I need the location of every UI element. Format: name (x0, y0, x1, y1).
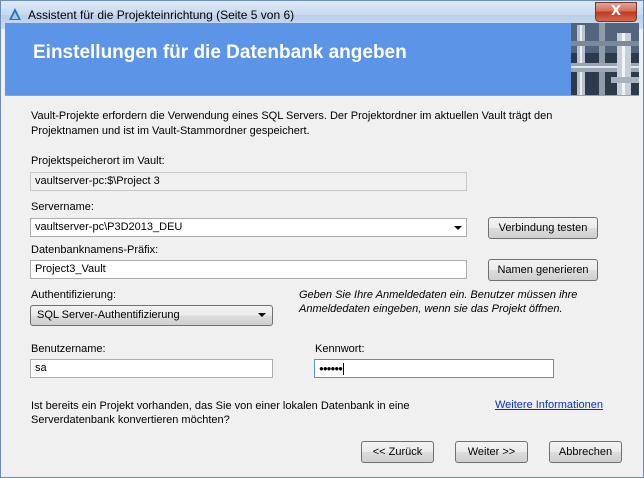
auth-select[interactable]: SQL Server-Authentifizierung (30, 305, 273, 326)
username-label: Benutzername: (31, 343, 106, 355)
wizard-window: Assistent für die Projekteinrichtung (Se… (0, 0, 644, 478)
username-input[interactable]: sa (30, 359, 273, 378)
header-banner: Einstellungen für die Datenbank angeben (5, 23, 639, 95)
next-button[interactable]: Weiter >> (455, 441, 528, 463)
close-button[interactable]: X (595, 2, 637, 22)
server-name-label: Servername: (31, 201, 94, 213)
generate-names-button[interactable]: Namen generieren (488, 259, 598, 281)
more-info-link[interactable]: Weitere Informationen (495, 399, 603, 411)
project-location-label: Projektspeicherort im Vault: (31, 155, 165, 167)
password-masked: ●●●●●● (319, 364, 343, 373)
page-title: Einstellungen für die Datenbank angeben (33, 42, 407, 63)
auth-hint: Geben Sie Ihre Anmeldedaten ein. Benutze… (299, 289, 578, 315)
chevron-down-icon[interactable] (454, 226, 462, 230)
project-location-field: vaultserver-pc:$\Project 3 (30, 172, 467, 191)
close-icon: X (610, 4, 622, 19)
project-location-value: vaultserver-pc:$\Project 3 (35, 175, 160, 187)
text-caret (343, 362, 344, 375)
auth-selected-value: SQL Server-Authentifizierung (37, 309, 180, 321)
intro-text: Vault-Projekte erfordern die Verwendung … (31, 110, 553, 137)
db-prefix-input[interactable]: Project3_Vault (30, 260, 467, 279)
username-value: sa (35, 362, 47, 374)
server-name-dropdown[interactable]: vaultserver-pc\P3D2013_DEU (30, 218, 467, 237)
db-prefix-label: Datenbanknamens-Präfix: (31, 244, 159, 256)
autodesk-vault-icon (9, 8, 21, 20)
convert-question: Ist bereits ein Projekt vorhanden, das S… (31, 400, 410, 426)
password-input[interactable]: ●●●●●● (314, 359, 554, 378)
cancel-button[interactable]: Abbrechen (549, 441, 622, 463)
password-label: Kennwort: (315, 343, 365, 355)
test-connection-button[interactable]: Verbindung testen (488, 217, 598, 239)
window-title: Assistent für die Projekteinrichtung (Se… (28, 8, 295, 22)
db-prefix-value: Project3_Vault (35, 263, 106, 275)
back-button[interactable]: << Zurück (361, 441, 434, 463)
wizard-content: Vault-Projekte erfordern die Verwendung … (5, 95, 639, 474)
chevron-down-icon[interactable] (258, 313, 266, 317)
server-name-value: vaultserver-pc\P3D2013_DEU (35, 221, 183, 233)
plant-pipes-graphic (571, 23, 639, 95)
auth-label: Authentifizierung: (31, 289, 116, 301)
